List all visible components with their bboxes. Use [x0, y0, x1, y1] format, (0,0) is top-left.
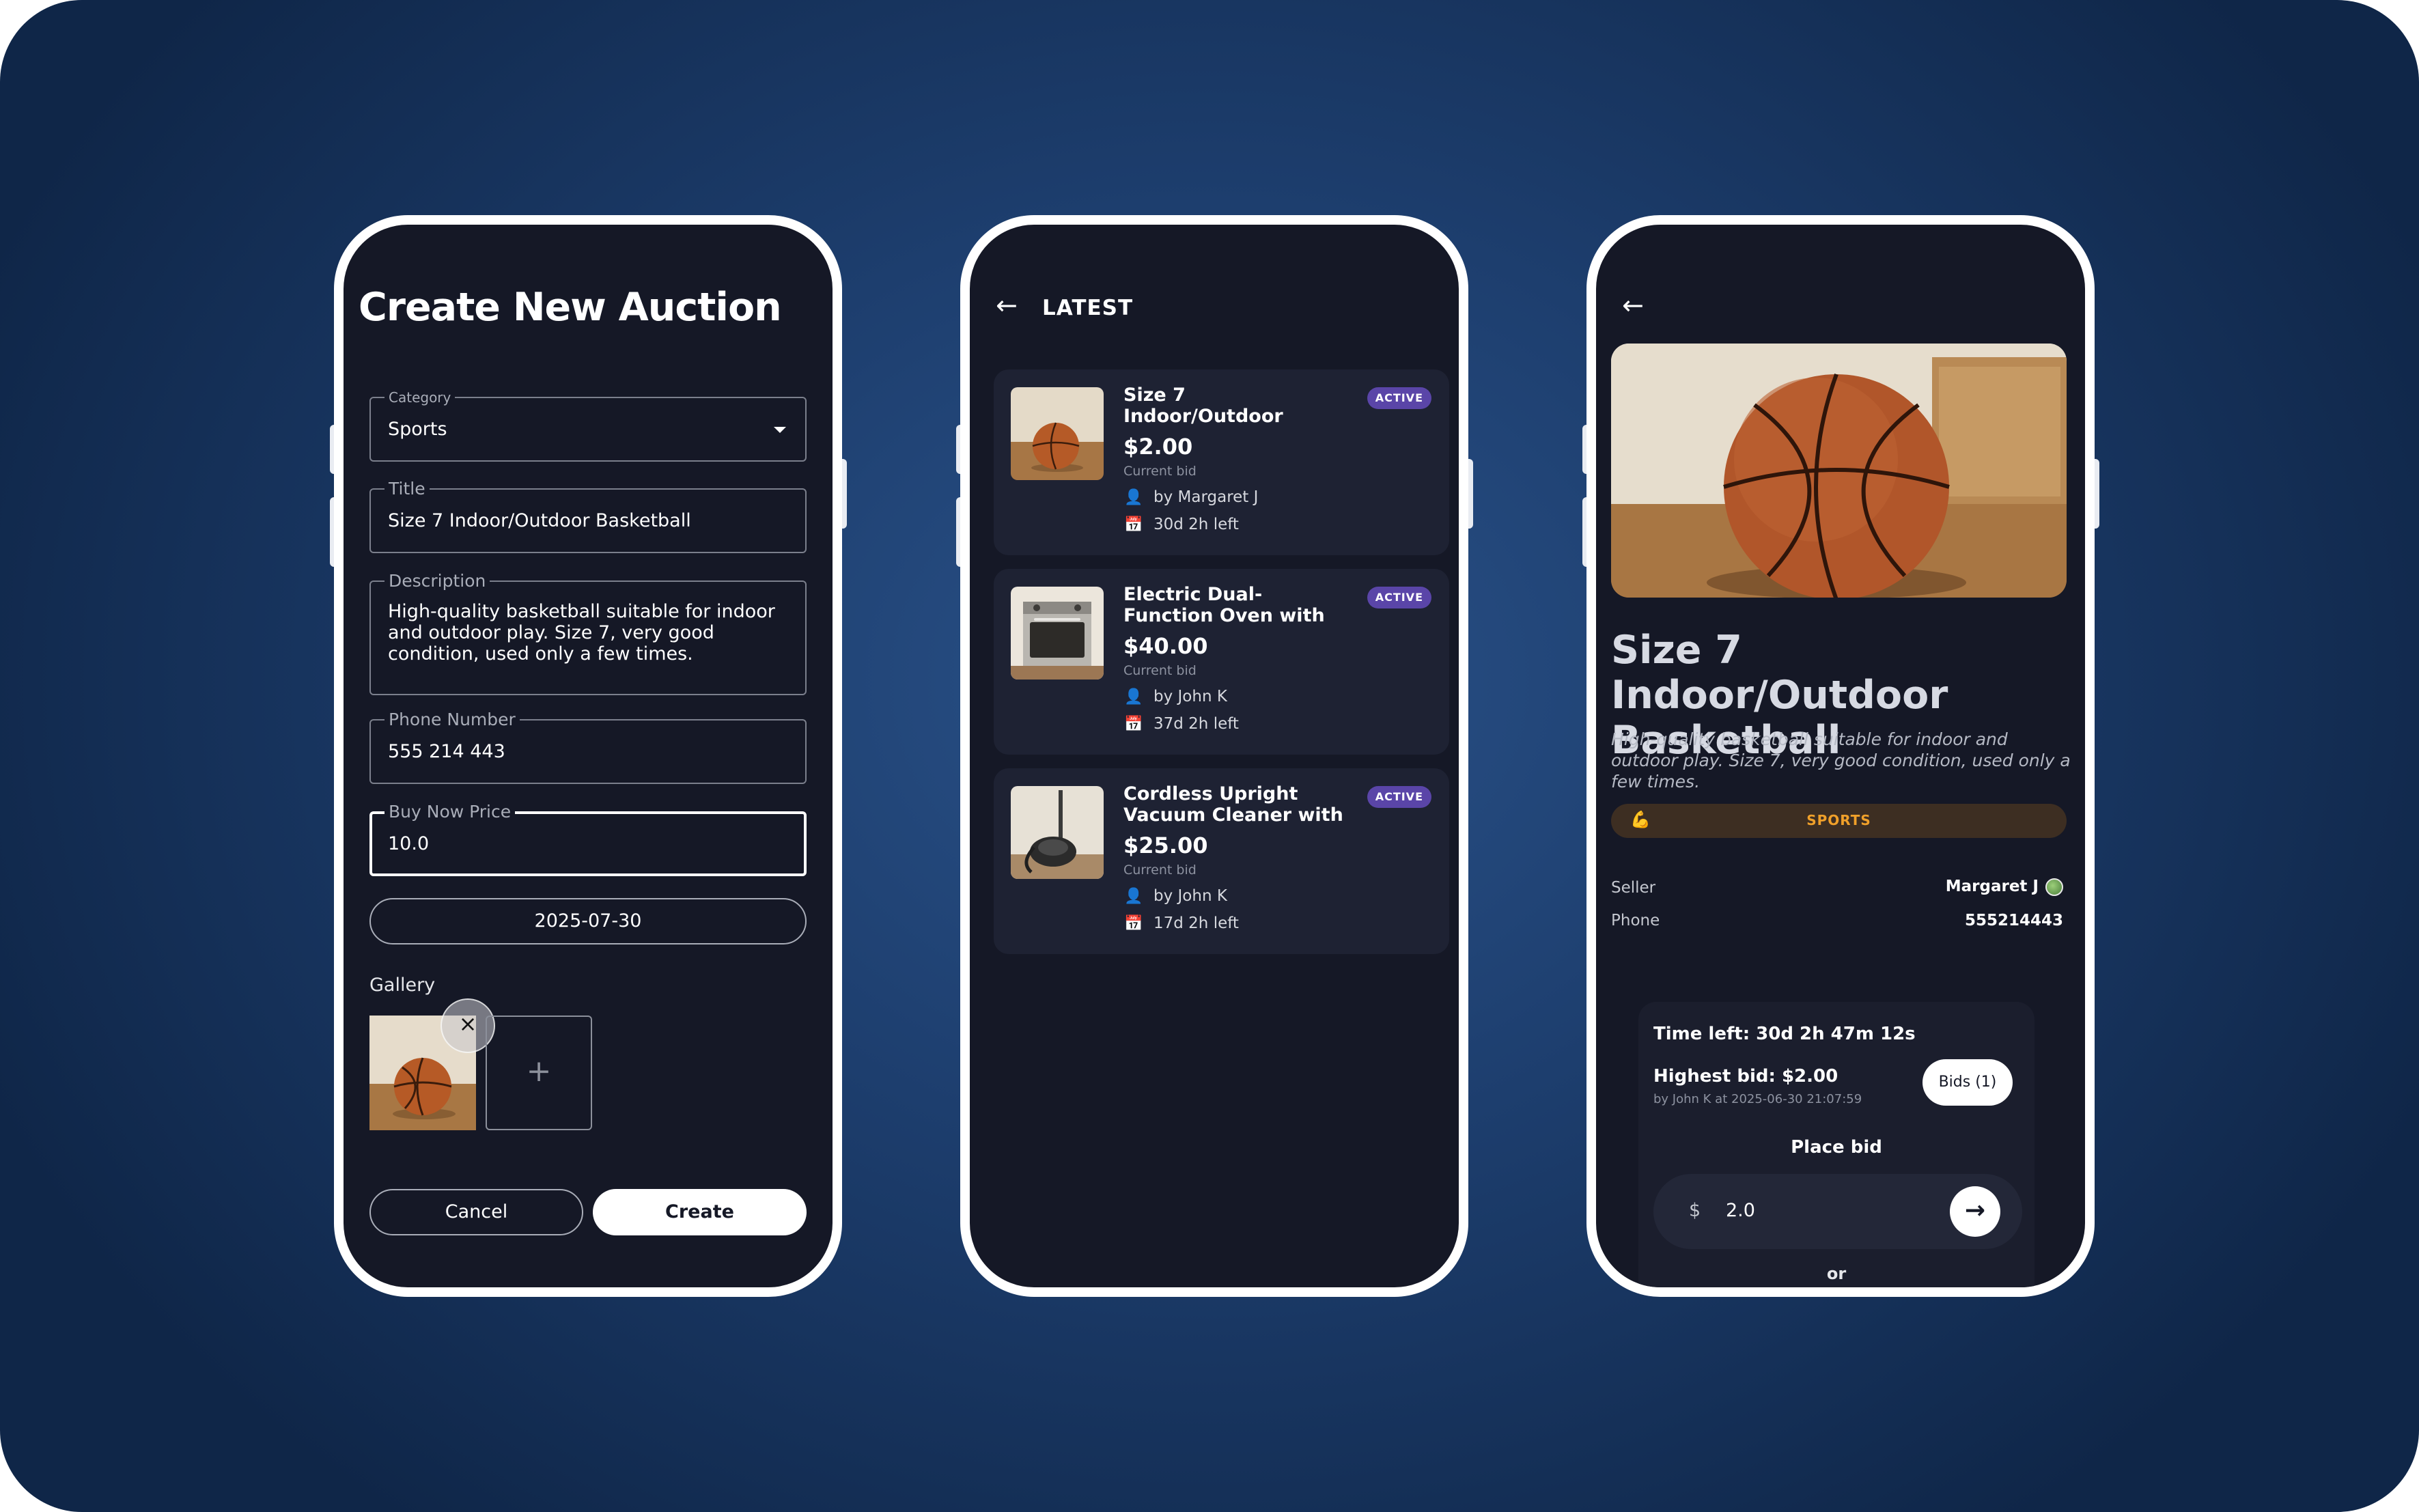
auction-hero-image [1611, 344, 2067, 598]
auction-card[interactable]: Electric Dual-Function Oven with 72L Cap… [994, 569, 1449, 755]
current-bid-caption: Current bid [1123, 464, 1197, 479]
status-badge: ACTIVE [1367, 786, 1431, 808]
time-left-row: 📅 30d 2h left [1123, 516, 1239, 533]
bid-panel: Time left: 30d 2h 47m 12s Highest bid: $… [1638, 1002, 2035, 1287]
time-left: 37d 2h left [1153, 715, 1239, 733]
back-arrow-icon[interactable]: ← [996, 290, 1018, 320]
time-left: 30d 2h left [1153, 516, 1239, 533]
bid-amount-input[interactable]: $ 2.0 → [1653, 1174, 2022, 1249]
calendar-icon: 📅 [1124, 915, 1143, 932]
create-button[interactable]: Create [593, 1189, 807, 1235]
add-image-button[interactable]: + [486, 1016, 592, 1130]
auction-thumbnail-basketball [1011, 387, 1104, 480]
current-bid-caption: Current bid [1123, 863, 1197, 878]
person-icon: 👤 [1124, 489, 1143, 506]
avatar [2045, 878, 2063, 896]
create-auction-screen: Create New Auction Category Sports Title… [344, 225, 833, 1287]
auction-title: Electric Dual-Function Oven with 72L Cap… [1123, 584, 1325, 628]
latest-screen: ← LATEST Size 7 Indoor/Outdoor Basketbal… [970, 225, 1459, 1287]
seller-row: 👤 by John K [1123, 887, 1227, 905]
person-icon: 👤 [1124, 688, 1143, 705]
auction-title: Cordless Upright Vacuum Cleaner with ... [1123, 783, 1343, 827]
buy-now-price-value: 10.0 [388, 833, 430, 854]
auction-thumbnail-oven [1011, 587, 1104, 680]
background-canvas: Create New Auction Category Sports Title… [0, 0, 2419, 1512]
seller-name: by John K [1153, 688, 1227, 705]
page-title: LATEST [1042, 296, 1134, 320]
end-date-button[interactable]: 2025-07-30 [369, 898, 807, 944]
bids-button[interactable]: Bids (1) [1922, 1059, 2013, 1106]
time-left: 17d 2h left [1153, 914, 1239, 932]
seller-row: 👤 by Margaret J [1123, 488, 1258, 506]
currency-symbol: $ [1689, 1200, 1701, 1221]
cancel-button[interactable]: Cancel [369, 1189, 583, 1235]
gallery-label: Gallery [369, 975, 436, 996]
current-bid-price: $25.00 [1123, 832, 1208, 858]
phone-label: Phone [1611, 912, 1660, 929]
category-select[interactable]: Category Sports [369, 389, 807, 462]
calendar-icon: 📅 [1124, 716, 1143, 733]
back-arrow-icon[interactable]: ← [1622, 290, 1644, 320]
or-divider: or [1826, 1264, 1847, 1283]
time-left-row: 📅 17d 2h left [1123, 914, 1239, 932]
auction-description: High-quality basketball suitable for ind… [1611, 729, 2071, 792]
auction-detail-screen: ← Size 7 Indoor/Outdoor Basketball High-… [1596, 225, 2085, 1287]
highest-bid: Highest bid: $2.00 [1653, 1066, 1838, 1087]
chevron-down-icon [774, 427, 786, 433]
seller-value-row: Margaret J [1946, 878, 2063, 896]
description-value: High-quality basketball suitable for ind… [388, 601, 775, 664]
auction-thumbnail-vacuum [1011, 786, 1104, 879]
description-field[interactable]: Description High-quality basketball suit… [369, 571, 807, 695]
phone-number-field[interactable]: Phone Number 555 214 443 [369, 710, 807, 784]
buy-now-price-label: Buy Now Price [384, 802, 516, 822]
phone-number-label: Phone Number [384, 710, 520, 729]
seller-label: Seller [1611, 879, 1656, 897]
phone-value: 555214443 [1964, 912, 2063, 929]
buy-now-price-field[interactable]: Buy Now Price 10.0 [369, 802, 807, 876]
current-bid-price: $2.00 [1123, 434, 1193, 460]
seller-name: Margaret J [1945, 878, 2039, 895]
status-badge: ACTIVE [1367, 587, 1431, 608]
calendar-icon: 📅 [1124, 516, 1143, 533]
current-bid-price: $40.00 [1123, 633, 1208, 659]
auction-title: Size 7 Indoor/Outdoor Basketball [1123, 384, 1283, 428]
time-left: Time left: 30d 2h 47m 12s [1653, 1024, 1916, 1044]
place-bid-heading: Place bid [1791, 1137, 1882, 1158]
status-badge: ACTIVE [1367, 387, 1431, 409]
page-title: Create New Auction [359, 285, 782, 330]
category-label: Category [384, 389, 456, 406]
seller-row: 👤 by John K [1123, 688, 1227, 705]
category-value: Sports [388, 419, 447, 440]
highest-bid-details: by John K at 2025-06-30 21:07:59 [1653, 1092, 1862, 1106]
auction-card[interactable]: Cordless Upright Vacuum Cleaner with ...… [994, 768, 1449, 954]
phone-create-auction: Create New Auction Category Sports Title… [334, 215, 842, 1297]
phone-latest: ← LATEST Size 7 Indoor/Outdoor Basketbal… [960, 215, 1468, 1297]
phone-number-value: 555 214 443 [388, 741, 505, 762]
category-badge: 💪 SPORTS [1611, 804, 2067, 838]
description-label: Description [384, 571, 490, 591]
category-name: SPORTS [1806, 812, 1871, 828]
person-icon: 👤 [1124, 888, 1143, 905]
title-field[interactable]: Title Size 7 Indoor/Outdoor Basketball [369, 479, 807, 553]
auction-card[interactable]: Size 7 Indoor/Outdoor Basketball ACTIVE … [994, 369, 1449, 555]
phone-auction-detail: ← Size 7 Indoor/Outdoor Basketball High-… [1586, 215, 2095, 1297]
seller-name: by Margaret J [1153, 488, 1259, 506]
submit-bid-button[interactable]: → [1950, 1186, 2000, 1237]
title-value: Size 7 Indoor/Outdoor Basketball [388, 510, 691, 531]
time-left-row: 📅 37d 2h left [1123, 715, 1239, 733]
seller-name: by John K [1153, 887, 1227, 905]
bid-amount-value: 2.0 [1726, 1200, 1755, 1221]
current-bid-caption: Current bid [1123, 663, 1197, 678]
title-label: Title [384, 479, 430, 499]
